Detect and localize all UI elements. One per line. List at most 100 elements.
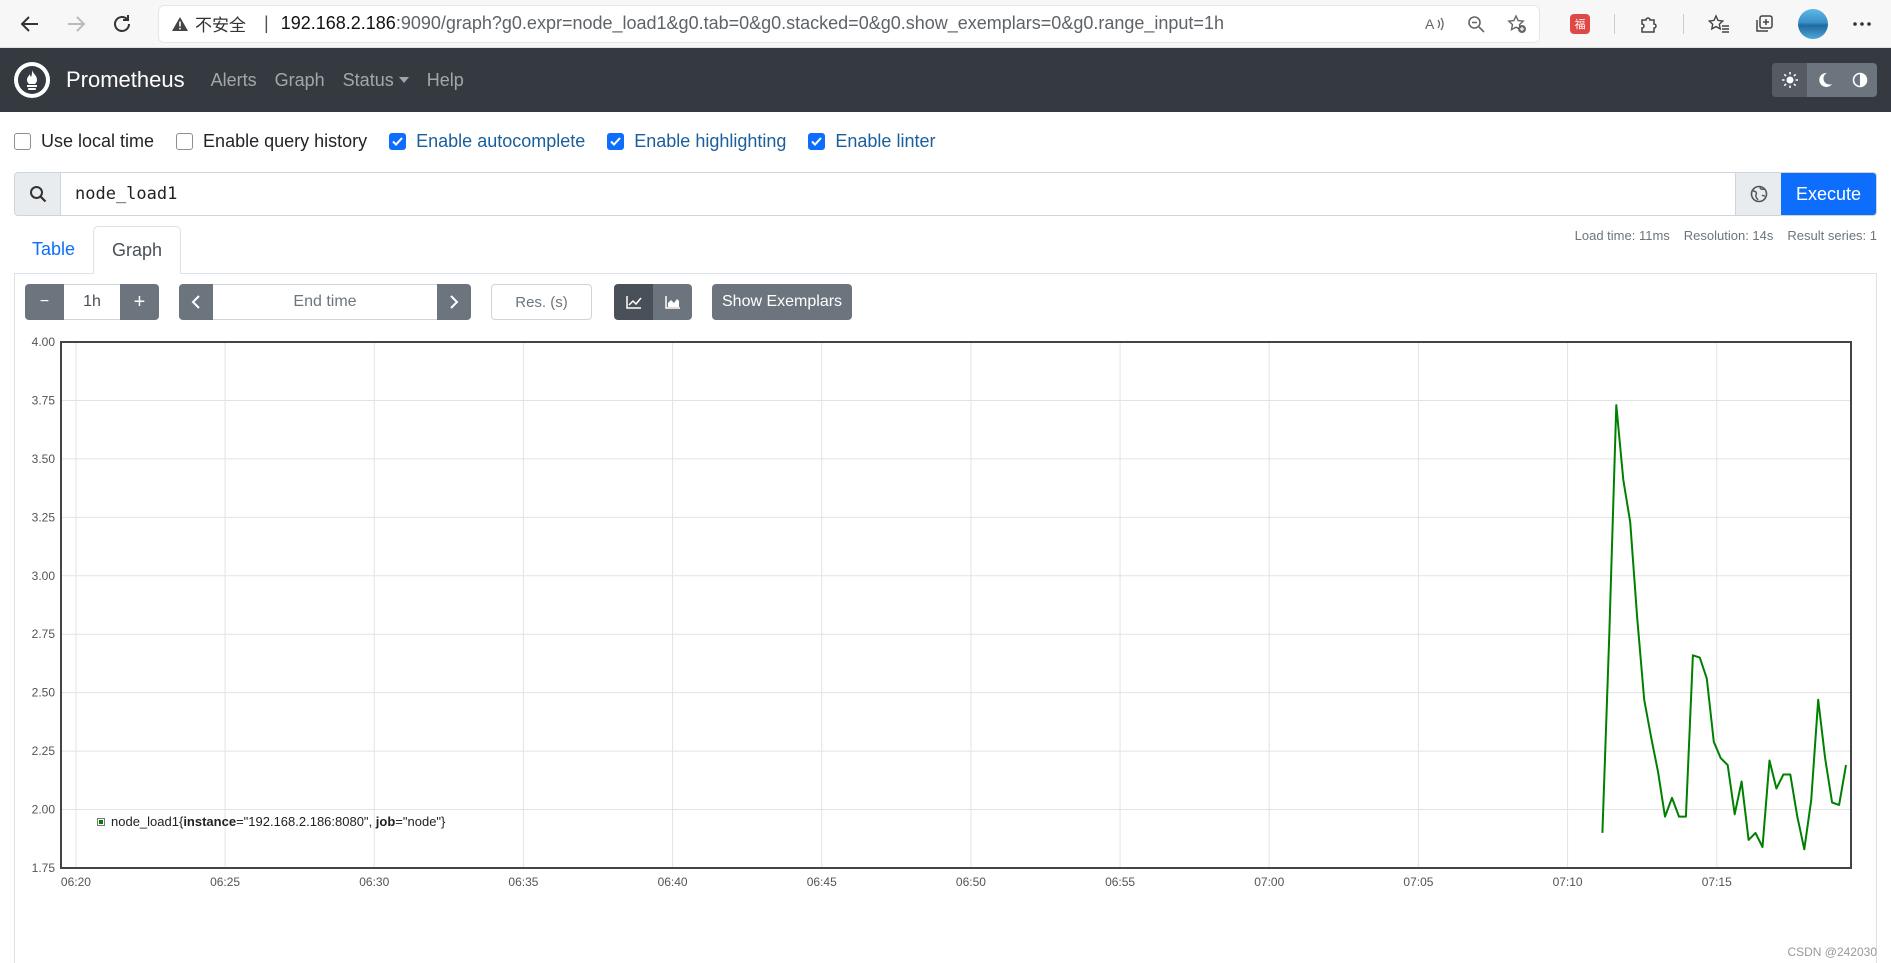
warning-icon	[172, 16, 188, 31]
prometheus-logo-icon[interactable]	[14, 62, 50, 98]
arrow-right-icon	[68, 15, 86, 32]
linter-checkbox[interactable]	[808, 132, 826, 150]
nav-help[interactable]: Help	[427, 70, 464, 91]
y-tick-label: 2.75	[32, 627, 56, 641]
option-label: Enable autocomplete	[416, 130, 586, 151]
legend-series-label: node_load1{instance="192.168.2.186:8080"…	[111, 814, 445, 829]
option-enable-linter[interactable]: Enable linter	[808, 131, 935, 152]
url-path: :9090/graph?g0.expr=node_load1&g0.tab=0&…	[395, 13, 1224, 33]
execute-button[interactable]: Execute	[1781, 173, 1876, 215]
reload-button[interactable]	[104, 6, 140, 42]
y-tick-label: 2.00	[32, 803, 56, 817]
x-tick-label: 07:00	[1254, 875, 1284, 889]
address-bar-actions: A	[1425, 13, 1527, 34]
option-label: Enable highlighting	[634, 130, 787, 151]
half-circle-icon	[1852, 72, 1867, 88]
prometheus-navbar: Prometheus Alerts Graph Status Help	[0, 48, 1891, 112]
legend-label-key: job	[375, 814, 396, 829]
legend-metric: node_load1	[111, 814, 179, 829]
brand-name[interactable]: Prometheus	[66, 67, 185, 93]
read-aloud-icon[interactable]: A	[1425, 15, 1445, 33]
query-history-checkbox[interactable]	[176, 132, 194, 150]
reload-icon	[114, 14, 130, 32]
security-warning[interactable]: 不安全	[171, 11, 246, 36]
nav-status[interactable]: Status	[343, 70, 409, 91]
zoom-icon[interactable]	[1467, 15, 1485, 33]
search-icon	[15, 173, 61, 215]
x-tick-label: 06:35	[508, 875, 538, 889]
legend-label-value: ="192.168.2.186:8080"	[236, 814, 369, 829]
legend-label-key: instance	[183, 814, 237, 829]
extension-red-icon[interactable]: 福	[1570, 13, 1590, 34]
favorites-icon[interactable]	[1708, 13, 1730, 34]
x-tick-label: 06:20	[61, 875, 91, 889]
option-use-local-time[interactable]: Use local time	[14, 131, 154, 152]
y-tick-label: 4.00	[32, 335, 56, 349]
y-tick-label: 3.50	[32, 452, 56, 466]
browser-extensions: 福	[1570, 8, 1872, 39]
nav-graph[interactable]: Graph	[275, 70, 325, 91]
extension-red-label: 福	[1574, 18, 1586, 31]
back-button[interactable]	[12, 6, 48, 42]
extensions-puzzle-icon[interactable]	[1639, 14, 1659, 34]
x-tick-label: 06:45	[807, 875, 837, 889]
expression-input[interactable]: node_load1	[61, 173, 1735, 215]
svg-text:A: A	[1425, 16, 1435, 32]
collections-icon[interactable]	[1754, 14, 1774, 34]
y-tick-label: 3.75	[32, 393, 56, 407]
legend-label-value: ="node"	[395, 814, 442, 829]
auto-theme-button[interactable]	[1842, 63, 1877, 97]
toolbar-divider	[1614, 13, 1615, 34]
legend-close-brace: }	[441, 814, 446, 829]
graph-legend[interactable]: node_load1{instance="192.168.2.186:8080"…	[97, 814, 445, 829]
x-tick-label: 07:15	[1702, 875, 1732, 889]
graph-panel: − 1h + End time Res. (s) Show Exemplars …	[14, 274, 1877, 963]
y-tick-label: 1.75	[32, 861, 56, 875]
tab-graph[interactable]: Graph	[93, 226, 182, 274]
option-enable-autocomplete[interactable]: Enable autocomplete	[389, 131, 585, 152]
option-label: Use local time	[41, 130, 155, 151]
highlighting-checkbox[interactable]	[607, 132, 625, 150]
x-tick-label: 07:10	[1553, 875, 1583, 889]
y-tick-label: 2.50	[32, 686, 56, 700]
forward-button[interactable]	[58, 6, 94, 42]
autocomplete-checkbox[interactable]	[389, 132, 407, 150]
address-separator: |	[264, 13, 269, 33]
option-enable-highlighting[interactable]: Enable highlighting	[607, 131, 786, 152]
moon-icon	[1818, 72, 1832, 87]
result-tabs: Table Graph Load time: 11ms Resolution: …	[14, 226, 1877, 274]
globe-icon	[1750, 185, 1767, 203]
expression-bar: node_load1 Execute	[14, 172, 1877, 216]
metrics-explorer-button[interactable]	[1735, 173, 1781, 215]
url-host: 192.168.2.186	[280, 13, 396, 33]
x-tick-label: 06:40	[658, 875, 688, 889]
dark-theme-button[interactable]	[1807, 63, 1842, 97]
watermark: CSDN @242030	[1787, 945, 1877, 959]
result-series: Result series: 1	[1787, 228, 1877, 243]
browser-toolbar: 不安全 | 192.168.2.186:9090/graph?g0.expr=n…	[0, 0, 1891, 48]
series-line	[1601, 404, 1847, 851]
plot-frame	[60, 341, 1852, 869]
check-icon	[610, 136, 622, 146]
option-enable-query-history[interactable]: Enable query history	[176, 131, 367, 152]
option-label: Enable linter	[835, 130, 936, 151]
check-icon	[392, 136, 403, 146]
favorite-add-icon[interactable]	[1507, 13, 1527, 34]
load-time: Load time: 11ms	[1574, 228, 1670, 243]
y-tick-label: 3.25	[32, 510, 56, 524]
toolbar-divider	[1683, 13, 1684, 34]
x-tick-label: 06:25	[210, 875, 240, 889]
legend-swatch	[97, 817, 105, 826]
check-icon	[811, 136, 823, 146]
y-tick-label: 3.00	[32, 569, 56, 583]
nav-alerts[interactable]: Alerts	[211, 70, 257, 91]
tab-table[interactable]: Table	[14, 225, 93, 273]
graph-chart[interactable]: 4.00 3.75 3.50 3.25 3.00 2.75 2.50 2.25 2.00 1.75…	[15, 274, 1876, 963]
profile-avatar[interactable]	[1798, 8, 1828, 39]
light-theme-button[interactable]	[1772, 63, 1807, 97]
more-menu-icon[interactable]	[1852, 21, 1872, 27]
address-bar[interactable]: 不安全 | 192.168.2.186:9090/graph?g0.expr=n…	[158, 4, 1540, 43]
caret-down-icon	[398, 77, 409, 83]
use-local-time-checkbox[interactable]	[14, 132, 31, 150]
y-tick-label: 2.25	[32, 744, 56, 758]
